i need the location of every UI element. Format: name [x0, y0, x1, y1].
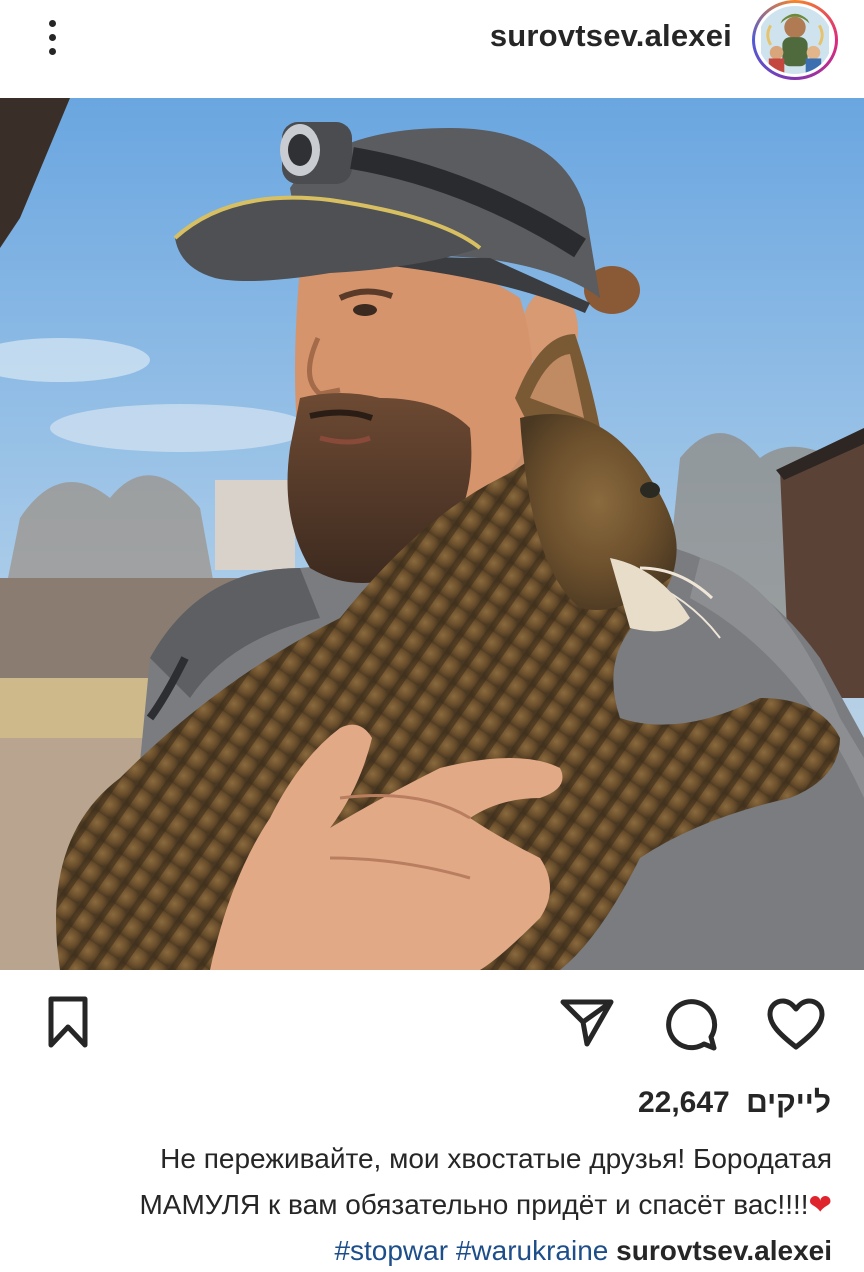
post-image: [0, 98, 864, 970]
caption-text: Не переживайте, мои хвостатые друзья! Бо…: [139, 1143, 832, 1220]
hashtag-link[interactable]: #stopwar: [334, 1235, 448, 1266]
ellipsis-dot: [48, 33, 56, 41]
avatar-image: [761, 6, 829, 74]
ellipsis-dot: [48, 19, 56, 27]
more-options-icon[interactable]: [30, 14, 74, 60]
comment-icon[interactable]: [662, 994, 722, 1054]
like-count[interactable]: 22,647 לייקים: [638, 1086, 831, 1120]
heart-icon[interactable]: [766, 994, 826, 1054]
heart-emoji: ❤: [808, 1189, 832, 1220]
send-icon[interactable]: [557, 992, 617, 1052]
avatar: [758, 6, 832, 74]
post-photo[interactable]: [0, 98, 864, 970]
like-count-number: 22,647: [637, 1086, 730, 1119]
hashtag-link[interactable]: #warukraine: [456, 1235, 609, 1266]
post-author-username[interactable]: surovtsev.alexei: [490, 18, 732, 54]
story-ring[interactable]: [752, 0, 838, 80]
post-header: surovtsev.alexei: [0, 0, 864, 98]
caption-username[interactable]: surovtsev.alexei: [616, 1235, 832, 1266]
bookmark-icon[interactable]: [38, 992, 98, 1052]
post-caption: Не переживайте, мои хвостатые друзья! Бо…: [60, 1136, 832, 1272]
ellipsis-dot: [48, 47, 56, 55]
post-actions: [0, 970, 864, 1080]
like-count-label: לייקים: [746, 1086, 831, 1119]
